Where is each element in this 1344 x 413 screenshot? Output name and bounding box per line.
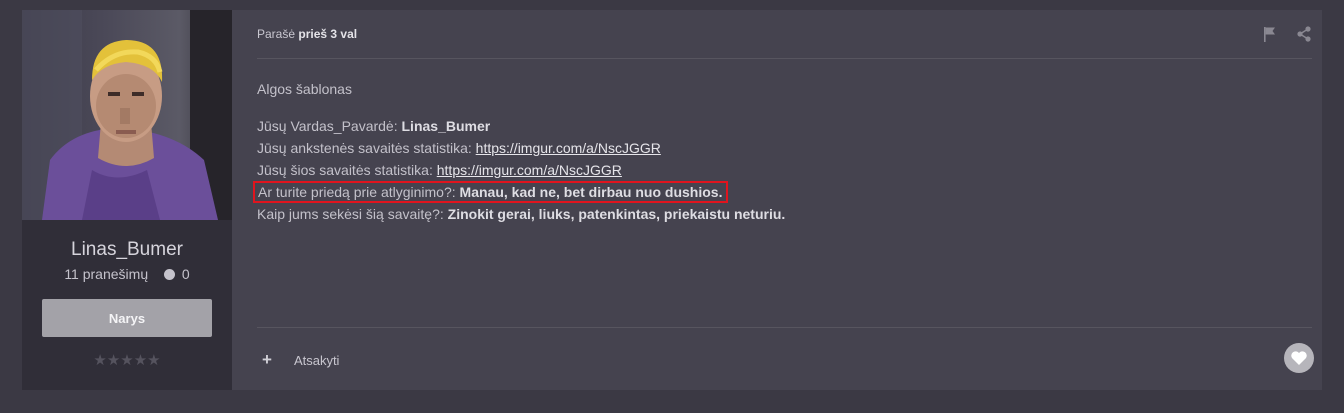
author-name[interactable]: Linas_Bumer (22, 239, 232, 261)
divider (257, 58, 1312, 59)
imgur-link[interactable]: https://imgur.com/a/NscJGGR (437, 162, 622, 178)
line-name: Jūsų Vardas_Pavardė: Linas_Bumer (257, 115, 785, 137)
reply-button[interactable]: + Atsakyti (262, 350, 339, 370)
line-prev-stats: Jūsų ankstenės savaitės statistika: http… (257, 137, 785, 159)
divider (257, 327, 1312, 328)
post-meta: Parašė prieš 3 val (257, 27, 357, 41)
line-value: Linas_Bumer (401, 118, 491, 134)
heart-icon (1291, 351, 1307, 365)
avatar-image (22, 10, 232, 220)
reply-label: Atsakyti (293, 352, 340, 368)
line-label: Jūsų šios savaitės statistika: (257, 162, 433, 178)
post-body: Algos šablonas Jūsų Vardas_Pavardė: Lina… (253, 78, 785, 225)
line-this-stats: Jūsų šios savaitės statistika: https://i… (257, 159, 785, 181)
line-label: Jūsų ankstenės savaitės statistika: (257, 140, 472, 156)
author-panel: Linas_Bumer 11 pranešimų 0 Narys ★★★★★ (22, 10, 232, 390)
like-button[interactable] (1284, 343, 1314, 373)
line-bonus: Ar turite priedą prie atlyginimo?: Manau… (253, 181, 785, 203)
post-time[interactable]: prieš 3 val (298, 27, 357, 41)
line-value: Manau, kad ne, bet dirbau nuo dushios. (459, 184, 723, 200)
post-content: Parašė prieš 3 val Algos šablonas Jūsų V… (232, 10, 1322, 390)
reputation-icon (164, 269, 175, 280)
post-count: 11 pranešimų (64, 266, 149, 282)
line-label: Ar turite priedą prie atlyginimo?: (258, 184, 456, 200)
avatar[interactable] (22, 10, 232, 220)
line-label: Jūsų Vardas_Pavardė: (257, 118, 398, 134)
flag-icon[interactable] (1262, 26, 1278, 42)
rank-button[interactable]: Narys (42, 299, 212, 337)
rating-stars: ★★★★★ (93, 352, 161, 369)
post-intro: Algos šablonas (257, 81, 352, 97)
post-actions (1262, 26, 1312, 42)
line-value: Zinokit gerai, liuks, patenkintas, priek… (447, 206, 786, 222)
reputation-count: 0 (181, 266, 190, 282)
meta-prefix: Parašė (257, 27, 296, 41)
line-week: Kaip jums sekėsi šią savaitę?: Zinokit g… (257, 203, 785, 225)
forum-post: Linas_Bumer 11 pranešimų 0 Narys ★★★★★ P… (22, 10, 1322, 390)
plus-icon: + (262, 350, 272, 369)
author-stats: 11 pranešimų 0 (22, 266, 232, 282)
line-label: Kaip jums sekėsi šią savaitę?: (257, 206, 444, 222)
share-icon[interactable] (1296, 26, 1312, 42)
highlight-box: Ar turite priedą prie atlyginimo?: Manau… (253, 181, 729, 203)
imgur-link[interactable]: https://imgur.com/a/NscJGGR (476, 140, 661, 156)
